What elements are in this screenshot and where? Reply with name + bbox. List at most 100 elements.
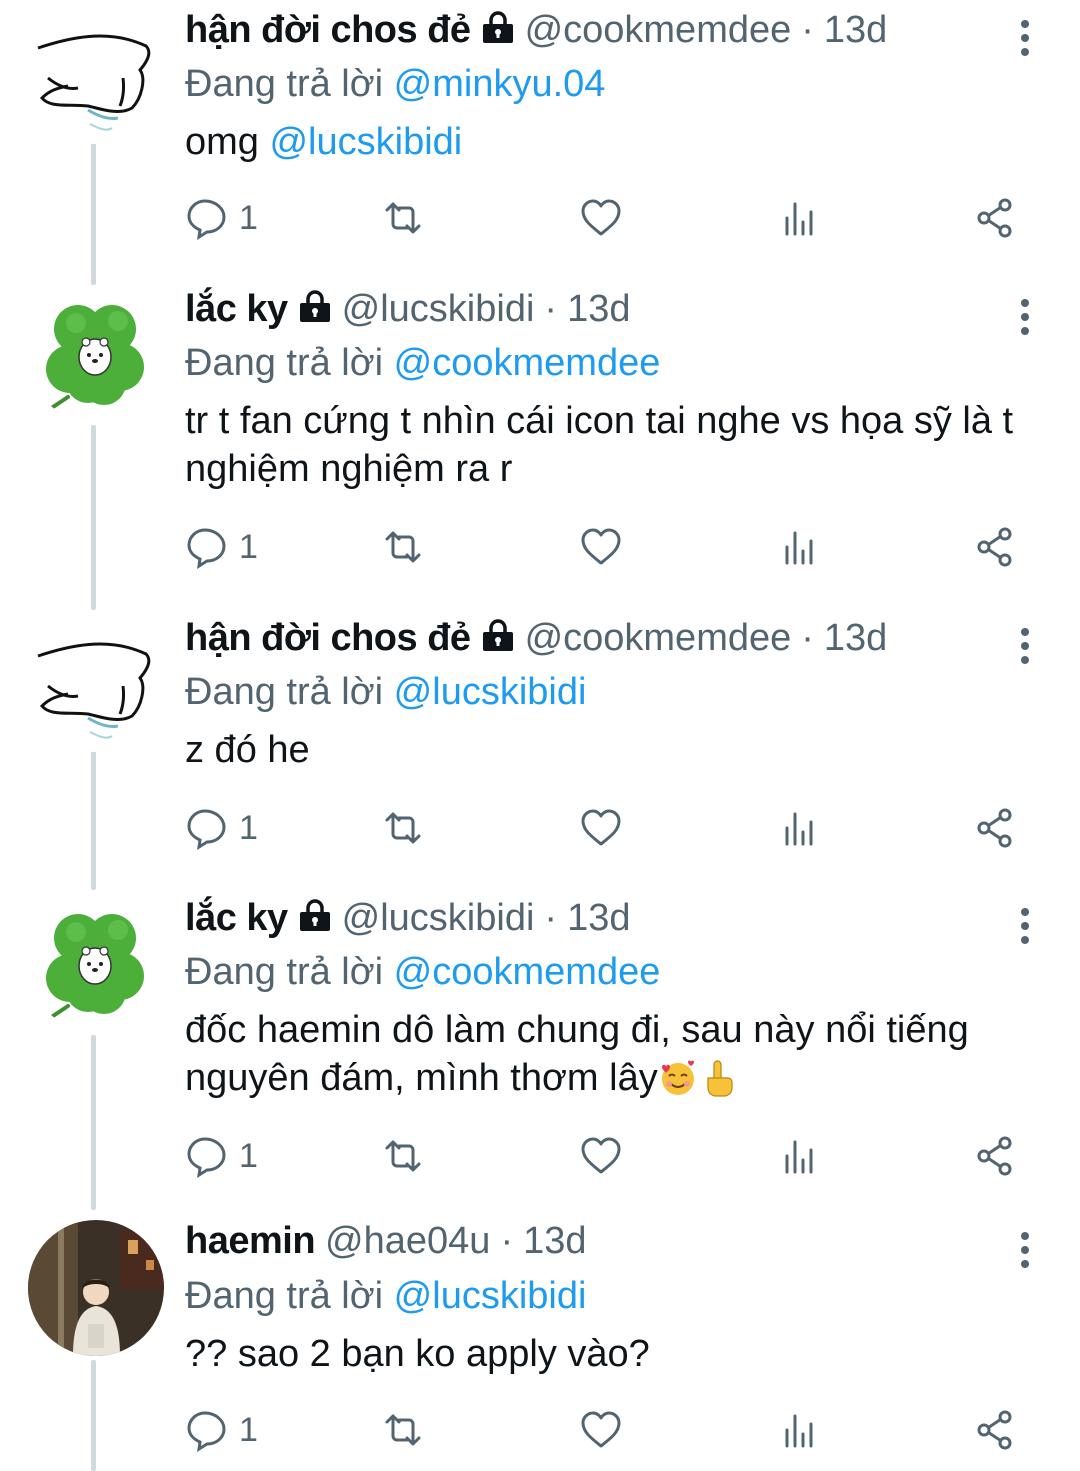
share-icon bbox=[977, 1410, 1012, 1450]
retweet-button[interactable] bbox=[381, 804, 425, 852]
replying-to: Đang trả lời @minkyu.04 bbox=[185, 58, 1045, 110]
views-icon bbox=[785, 1140, 813, 1174]
retweet-icon bbox=[385, 202, 421, 234]
tweet-actions: 1 bbox=[185, 523, 1025, 571]
share-button[interactable] bbox=[973, 523, 1017, 571]
replying-mention[interactable]: @minkyu.04 bbox=[394, 63, 606, 105]
separator-dot: · bbox=[500, 1220, 514, 1262]
like-button[interactable] bbox=[579, 1132, 623, 1180]
display-name[interactable]: hận đời chos đẻ bbox=[185, 9, 471, 52]
views-icon bbox=[785, 812, 813, 846]
views-button[interactable] bbox=[777, 1406, 821, 1454]
lock-icon bbox=[296, 898, 334, 932]
views-button[interactable] bbox=[777, 1132, 821, 1180]
handle[interactable]: @cookmemdee bbox=[525, 9, 792, 52]
more-options-icon[interactable] bbox=[1010, 16, 1040, 60]
retweet-button[interactable] bbox=[381, 523, 425, 571]
retweet-button[interactable] bbox=[381, 1132, 425, 1180]
avatar[interactable] bbox=[28, 8, 164, 144]
replying-mention[interactable]: @cookmemdee bbox=[394, 951, 661, 993]
views-button[interactable] bbox=[777, 804, 821, 852]
tweet-header: lắc ky @lucskibidi · 13d bbox=[185, 896, 1045, 946]
retweet-button[interactable] bbox=[381, 194, 425, 242]
timestamp[interactable]: 13d bbox=[567, 288, 630, 331]
replying-to: Đang trả lời @lucskibidi bbox=[185, 1270, 1045, 1322]
replying-to: Đang trả lời @cookmemdee bbox=[185, 946, 1045, 998]
tweet-content: lắc ky @lucskibidi · 13d Đang trả lời @c… bbox=[185, 896, 1045, 1102]
handle[interactable]: @hae04u bbox=[325, 1220, 490, 1263]
reply-button[interactable]: 1 bbox=[185, 1406, 258, 1454]
thread-line bbox=[91, 140, 96, 285]
reply-count: 1 bbox=[239, 808, 258, 847]
like-icon bbox=[581, 199, 621, 236]
share-icon bbox=[977, 1136, 1012, 1176]
lock-icon bbox=[479, 10, 517, 44]
tweet-content: lắc ky @lucskibidi · 13d Đang trả lời @c… bbox=[185, 287, 1045, 493]
avatar[interactable] bbox=[28, 896, 164, 1032]
tweet-text: ?? sao 2 bạn ko apply vào? bbox=[185, 1333, 650, 1375]
display-name[interactable]: haemin bbox=[185, 1220, 316, 1263]
handle[interactable]: @lucskibidi bbox=[342, 288, 535, 331]
like-button[interactable] bbox=[579, 194, 623, 242]
like-icon bbox=[581, 809, 621, 846]
like-button[interactable] bbox=[579, 523, 623, 571]
more-options-icon[interactable] bbox=[1010, 1228, 1040, 1272]
handle[interactable]: @cookmemdee bbox=[525, 617, 792, 660]
avatar[interactable] bbox=[28, 287, 164, 423]
reply-button[interactable]: 1 bbox=[185, 804, 258, 852]
tweet-text-part: đốc haemin dô làm chung đi, sau này nổi … bbox=[185, 1009, 969, 1099]
reply-icon bbox=[187, 1411, 226, 1452]
timestamp[interactable]: 13d bbox=[824, 9, 887, 52]
separator-dot: · bbox=[801, 9, 814, 51]
tweet-content: hận đời chos đẻ @cookmemdee · 13d Đang t… bbox=[185, 8, 1045, 166]
retweet-button[interactable] bbox=[381, 1406, 425, 1454]
photo-avatar-icon bbox=[28, 1220, 164, 1356]
replying-label: Đang trả lời bbox=[185, 951, 394, 993]
tweet-actions: 1 bbox=[185, 1406, 1025, 1454]
replying-label: Đang trả lời bbox=[185, 342, 394, 384]
timestamp[interactable]: 13d bbox=[523, 1220, 586, 1263]
timestamp[interactable]: 13d bbox=[824, 617, 887, 660]
views-button[interactable] bbox=[777, 194, 821, 242]
share-button[interactable] bbox=[973, 194, 1017, 242]
reply-button[interactable]: 1 bbox=[185, 194, 258, 242]
retweet-icon bbox=[385, 1414, 421, 1446]
display-name[interactable]: lắc ky bbox=[185, 288, 288, 331]
reply-icon bbox=[187, 809, 226, 850]
reply-count: 1 bbox=[239, 527, 258, 566]
reply-button[interactable]: 1 bbox=[185, 1132, 258, 1180]
tweet-header: hận đời chos đẻ @cookmemdee · 13d bbox=[185, 616, 1045, 666]
clover-avatar-icon bbox=[46, 914, 144, 1020]
display-name[interactable]: lắc ky bbox=[185, 897, 288, 940]
share-icon bbox=[977, 527, 1012, 567]
views-button[interactable] bbox=[777, 523, 821, 571]
avatar[interactable] bbox=[28, 616, 164, 752]
more-options-icon[interactable] bbox=[1010, 904, 1040, 948]
timestamp[interactable]: 13d bbox=[567, 897, 630, 940]
reply-count: 1 bbox=[239, 1136, 258, 1175]
share-button[interactable] bbox=[973, 1406, 1017, 1454]
replying-mention[interactable]: @lucskibidi bbox=[394, 1275, 587, 1317]
avatar[interactable] bbox=[28, 1220, 164, 1356]
tweet-header: lắc ky @lucskibidi · 13d bbox=[185, 287, 1045, 337]
more-options-icon[interactable] bbox=[1010, 624, 1040, 668]
index-pointing-up-icon bbox=[698, 1058, 738, 1098]
handle[interactable]: @lucskibidi bbox=[342, 897, 535, 940]
thread-line bbox=[91, 750, 96, 890]
replying-mention[interactable]: @cookmemdee bbox=[394, 342, 661, 384]
share-button[interactable] bbox=[973, 804, 1017, 852]
reply-icon bbox=[187, 528, 226, 569]
like-icon bbox=[581, 1411, 621, 1448]
reply-button[interactable]: 1 bbox=[185, 523, 258, 571]
tweet-mention[interactable]: @lucskibidi bbox=[269, 121, 462, 163]
replying-mention[interactable]: @lucskibidi bbox=[394, 671, 587, 713]
thread-line bbox=[91, 1360, 96, 1471]
like-button[interactable] bbox=[579, 804, 623, 852]
like-button[interactable] bbox=[579, 1406, 623, 1454]
more-options-icon[interactable] bbox=[1010, 295, 1040, 339]
separator-dot: · bbox=[801, 617, 814, 659]
display-name[interactable]: hận đời chos đẻ bbox=[185, 617, 471, 660]
views-icon bbox=[785, 202, 813, 236]
like-icon bbox=[581, 1137, 621, 1174]
share-button[interactable] bbox=[973, 1132, 1017, 1180]
